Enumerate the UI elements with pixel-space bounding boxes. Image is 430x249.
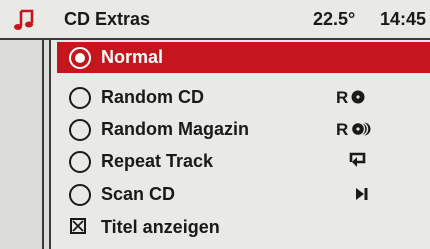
menu-item-label: Scan CD xyxy=(101,184,176,204)
checkmark-icon xyxy=(72,220,84,232)
radio-button[interactable] xyxy=(69,47,91,69)
radio-button[interactable] xyxy=(69,119,91,141)
page-title: CD Extras xyxy=(64,9,151,29)
menu-item-label: Random Magazin xyxy=(101,119,250,139)
divider-line xyxy=(42,40,44,249)
menu-item-label: Repeat Track xyxy=(101,151,214,171)
menu-item-normal[interactable]: Normal xyxy=(57,42,430,73)
checkbox[interactable] xyxy=(70,218,86,234)
menu-item-repeat-track[interactable]: Repeat Track xyxy=(57,146,430,177)
title-bar: CD Extras 22.5° 14:45 xyxy=(0,0,430,40)
random-cd-icon-letter: R xyxy=(336,88,348,107)
menu-item-random-cd[interactable]: Random CD R xyxy=(57,82,430,113)
radio-button[interactable] xyxy=(69,184,91,206)
menu-item-titel-anzeigen[interactable]: Titel anzeigen xyxy=(57,212,430,243)
clock: 14:45 xyxy=(380,9,427,29)
repeat-track-icon xyxy=(347,150,369,172)
menu-item-label: Random CD xyxy=(101,87,204,107)
divider-line xyxy=(49,40,51,249)
radio-button[interactable] xyxy=(69,151,91,173)
menu-item-random-magazin[interactable]: Random Magazin R xyxy=(57,114,430,145)
random-cd-icon: R xyxy=(336,86,370,108)
music-note-icon xyxy=(14,9,34,30)
scan-cd-icon xyxy=(353,183,371,205)
radio-button[interactable] xyxy=(69,87,91,109)
random-magazin-icon-letter: R xyxy=(336,120,348,139)
menu-item-label: Normal xyxy=(101,47,164,67)
random-magazin-icon: R xyxy=(336,118,376,140)
menu-item-scan-cd[interactable]: Scan CD xyxy=(57,179,430,210)
radio-dot xyxy=(75,53,85,63)
temperature-readout: 22.5° xyxy=(313,9,356,29)
menu-item-label: Titel anzeigen xyxy=(101,217,220,237)
